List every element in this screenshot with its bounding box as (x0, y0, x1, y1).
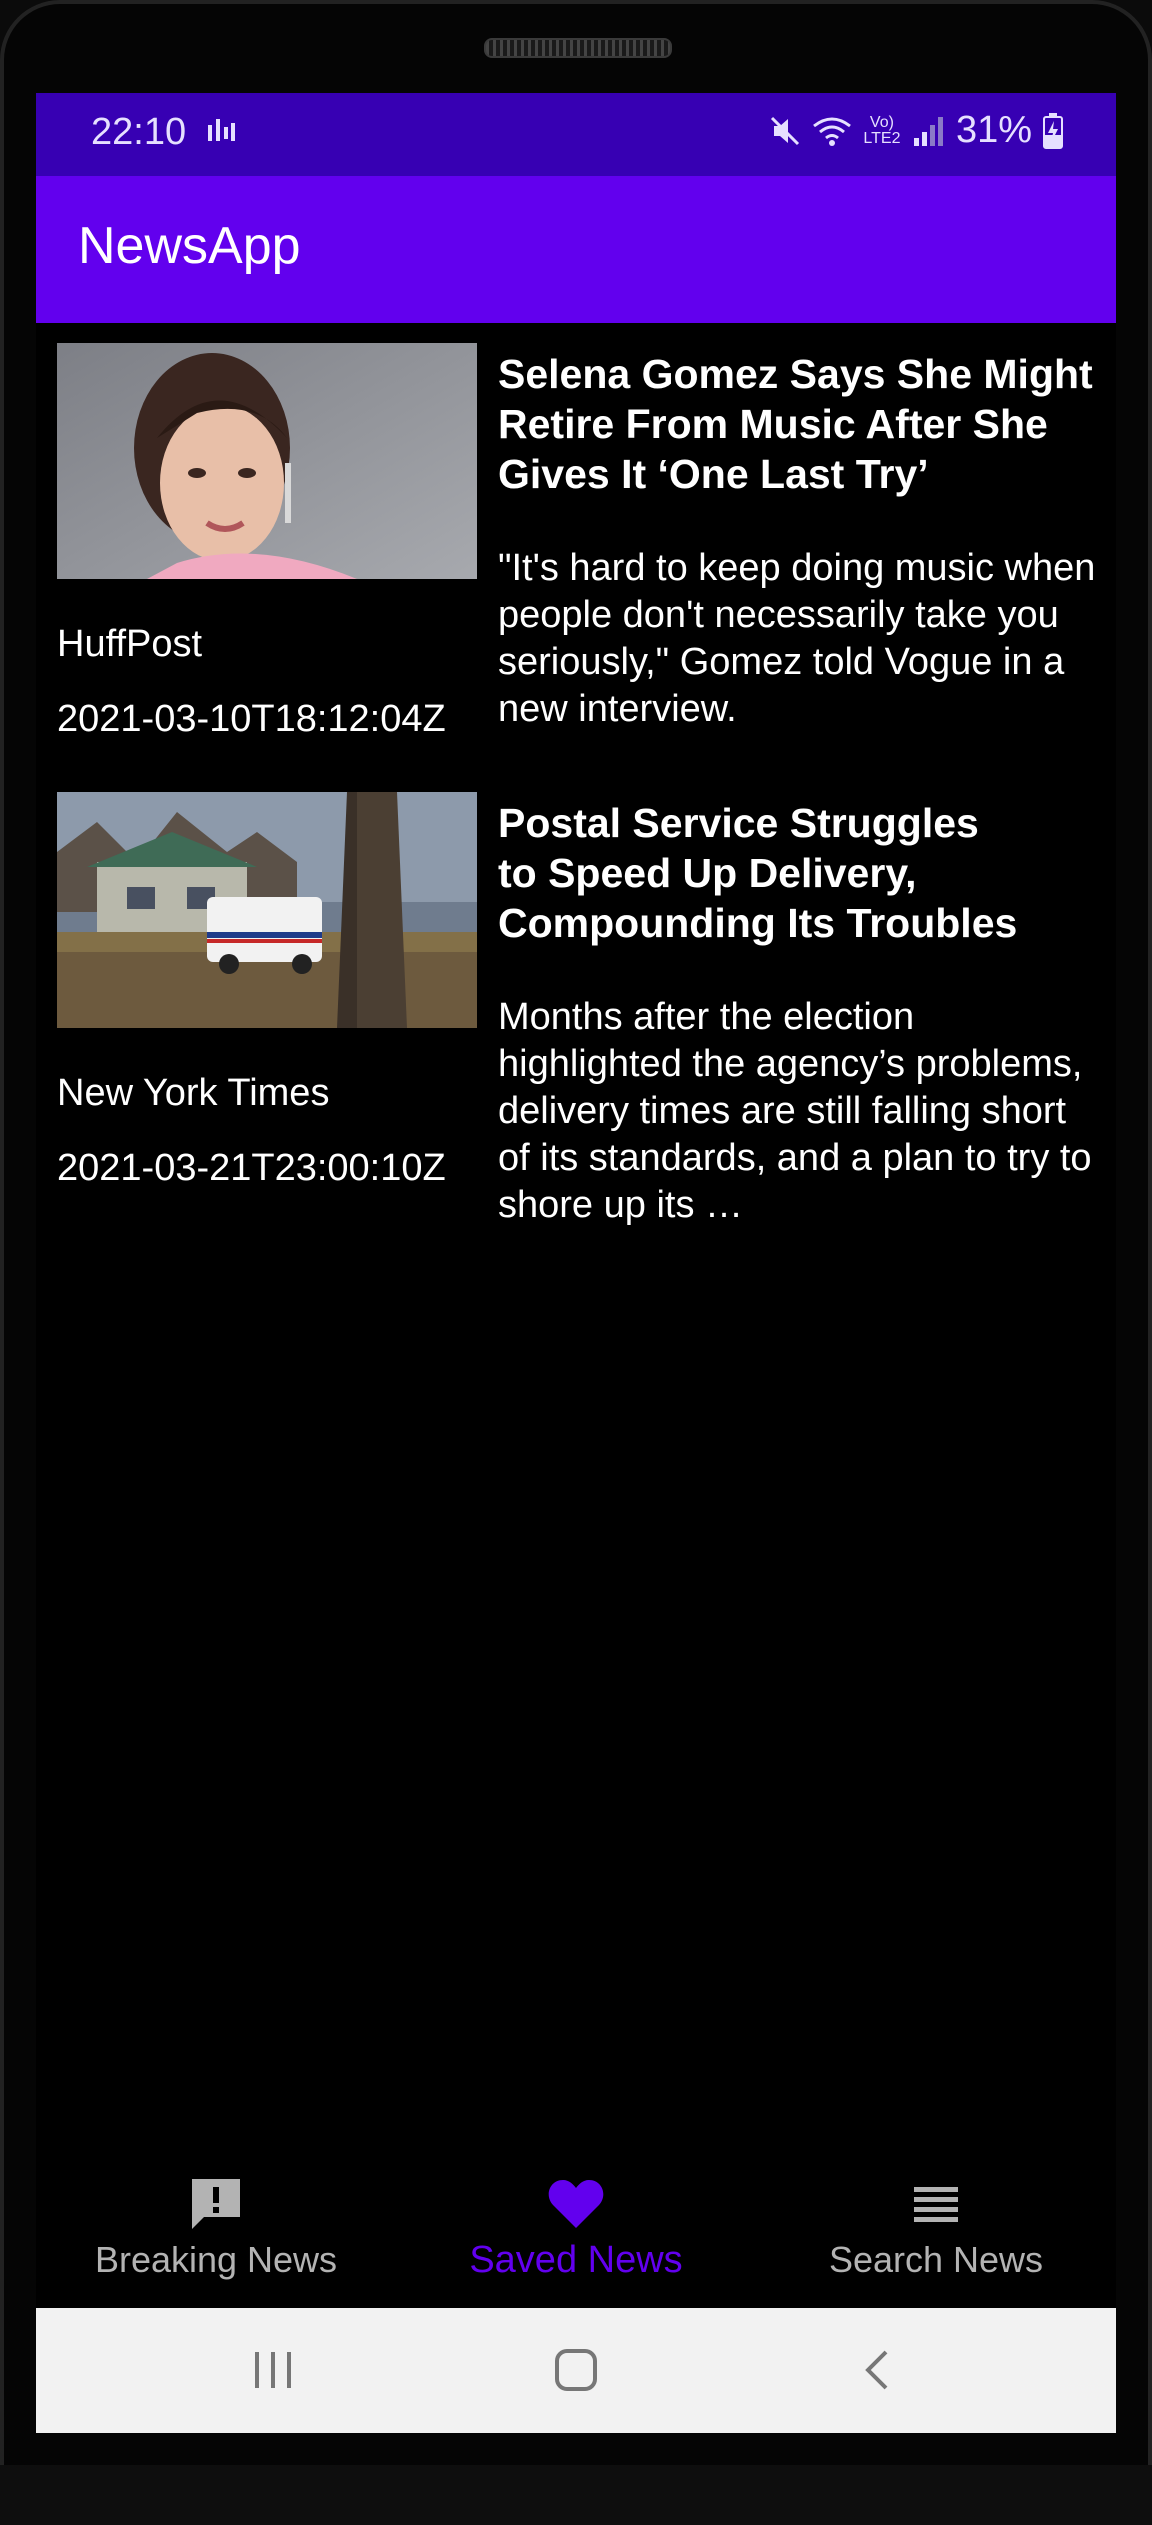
network-label: Vo) LTE2 (863, 113, 901, 147)
back-icon[interactable] (858, 2346, 898, 2394)
list-icon (914, 2187, 958, 2222)
screen: 22:10 Vo) LTE2 31% NewsApp HuffPost 2021… (36, 93, 1116, 2433)
article-title: Selena Gomez Says She Might Retire From … (498, 351, 1093, 497)
nav-label: Breaking News (94, 2239, 338, 2280)
article-date: 2021-03-10T18:12:04Z (57, 698, 446, 740)
article-item[interactable]: New York Times 2021-03-21T23:00:10Z Post… (36, 772, 1116, 1226)
article-source: New York Times (57, 1072, 330, 1114)
nav-breaking-news[interactable]: Breaking News (36, 2175, 396, 2305)
article-item[interactable]: HuffPost 2021-03-10T18:12:04Z Selena Gom… (36, 323, 1116, 773)
nav-search-news[interactable]: Search News (756, 2175, 1116, 2305)
status-icons: Vo) LTE2 31% (768, 109, 1064, 152)
nav-label: Saved News (469, 2239, 683, 2281)
status-time: 22:10 (91, 111, 187, 153)
system-navigation-bar (36, 2308, 1116, 2433)
phone-frame: 22:10 Vo) LTE2 31% NewsApp HuffPost 2021… (0, 0, 1152, 2525)
cell-signal-icon (913, 116, 943, 146)
bottom-navigation: Breaking News Saved News Search News (36, 2155, 1116, 2308)
app-title: NewsApp (78, 217, 301, 275)
home-icon[interactable] (552, 2346, 600, 2394)
article-description: "It's hard to keep doing music when peop… (498, 547, 1096, 730)
article-image (57, 343, 477, 579)
earpiece-speaker (484, 38, 672, 58)
nav-label: Search News (828, 2239, 1044, 2280)
status-bar: 22:10 Vo) LTE2 31% (36, 93, 1116, 176)
article-date: 2021-03-21T23:00:10Z (57, 1147, 446, 1189)
heart-icon (548, 2180, 604, 2228)
bottom-bezel (0, 2465, 1152, 2525)
wifi-icon (813, 117, 851, 146)
app-bar: NewsApp (36, 176, 1116, 323)
signal-activity-icon (208, 119, 235, 141)
article-description: Months after the election highlighted th… (498, 996, 1092, 1226)
mute-icon (770, 116, 799, 145)
battery-charging-icon (1043, 112, 1063, 149)
battery-percent: 31% (955, 109, 1032, 151)
article-title: Postal Service Struggles to Speed Up Del… (498, 800, 1018, 946)
article-source: HuffPost (57, 623, 203, 665)
article-image (57, 792, 477, 1028)
nav-saved-news[interactable]: Saved News (396, 2175, 756, 2305)
recent-apps-icon[interactable] (251, 2346, 295, 2394)
alert-message-icon (192, 2179, 240, 2229)
